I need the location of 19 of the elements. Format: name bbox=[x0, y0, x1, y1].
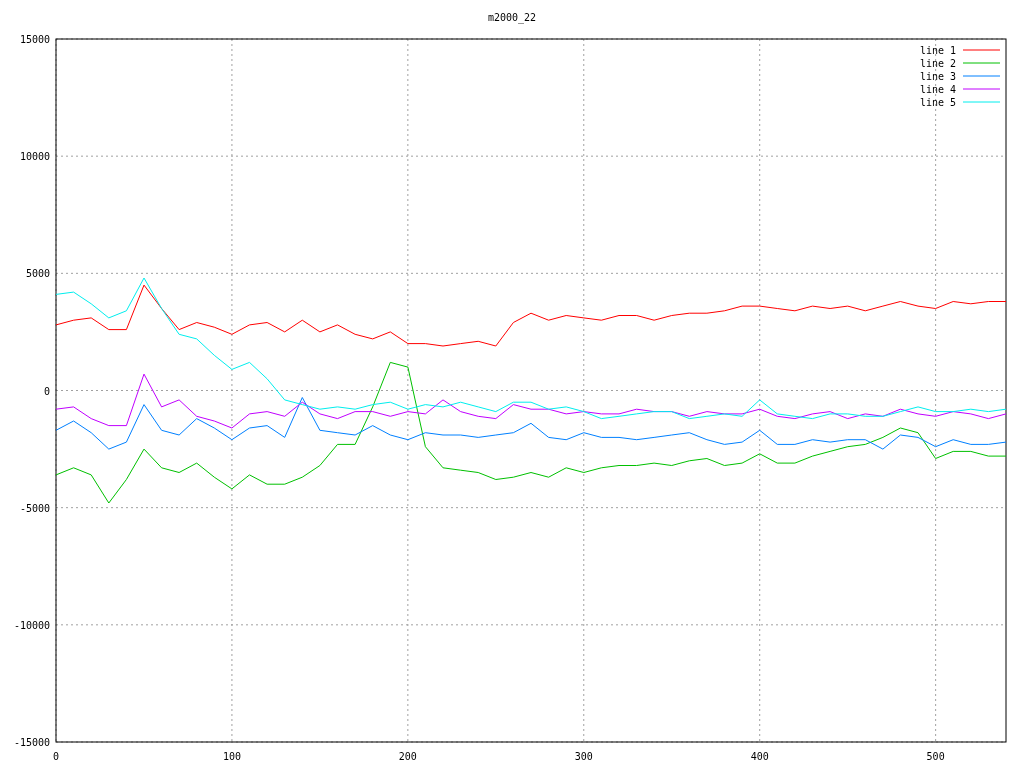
legend-label: line 3 bbox=[919, 71, 956, 82]
x-tick-label: 200 bbox=[398, 751, 417, 762]
y-tick-label: 15000 bbox=[19, 34, 50, 45]
legend-label: line 2 bbox=[919, 58, 956, 69]
legend-label: line 1 bbox=[919, 45, 956, 56]
x-tick-label: 100 bbox=[222, 751, 241, 762]
x-tick-label: 0 bbox=[53, 751, 59, 762]
y-tick-label: -10000 bbox=[13, 619, 50, 631]
x-tick-label: 300 bbox=[574, 751, 593, 762]
y-tick-label: -15000 bbox=[13, 737, 50, 748]
chart-title: m2000_22 bbox=[487, 12, 537, 23]
y-tick-label: 10000 bbox=[19, 151, 50, 163]
y-tick-label: -5000 bbox=[19, 502, 50, 514]
x-tick-label: 400 bbox=[750, 751, 769, 762]
legend-label: line 4 bbox=[919, 84, 956, 95]
y-tick-label: 5000 bbox=[25, 268, 50, 280]
y-tick-label: 0 bbox=[43, 385, 50, 397]
legend-label: line 5 bbox=[919, 97, 956, 108]
x-tick-label: 500 bbox=[926, 751, 945, 762]
